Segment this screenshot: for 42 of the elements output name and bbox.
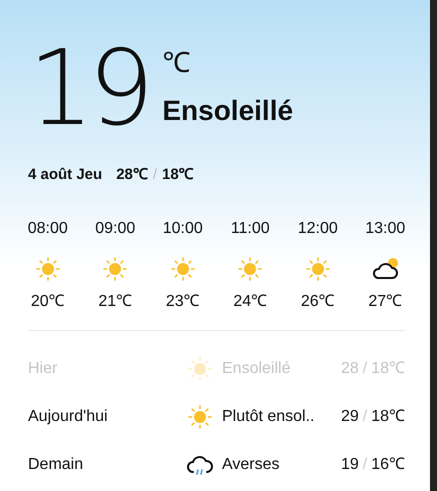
day-condition: Ensoleillé	[222, 358, 292, 378]
day-high: 28	[340, 358, 359, 378]
day-low: 18℃	[371, 406, 405, 426]
hour-label: 12:00	[298, 218, 338, 238]
day-label: Demain	[28, 454, 84, 474]
hour-label: 09:00	[95, 218, 136, 238]
hour-label: 10:00	[162, 218, 203, 238]
temperature-separator: /	[362, 406, 368, 426]
day-high: 29	[340, 406, 359, 426]
hourly-temperature: 26℃	[300, 292, 335, 312]
day-high: 19	[340, 454, 359, 474]
hourly-temperature: 20℃	[30, 292, 65, 312]
sun-icon	[187, 356, 213, 382]
hourly-temperature: 24℃	[233, 292, 268, 312]
temperature-separator: /	[152, 165, 158, 185]
high-temperature: 28℃	[116, 165, 148, 185]
sun-icon	[237, 256, 264, 282]
hour-label: 13:00	[365, 218, 406, 238]
day-label: Aujourd'hui	[28, 406, 109, 426]
current-condition: Ensoleillé	[162, 94, 294, 128]
hour-label: 11:00	[230, 218, 270, 238]
day-label: Hier	[28, 358, 58, 378]
hourly-temperature: 27℃	[368, 292, 402, 312]
sun-icon	[187, 404, 213, 430]
sun-icon	[102, 256, 128, 282]
hourly-temperature: 23℃	[166, 292, 200, 312]
low-temperature: 18℃	[162, 165, 194, 185]
temperature-separator: /	[362, 454, 368, 474]
sun-icon	[170, 256, 196, 282]
sun-icon	[34, 256, 61, 282]
day-condition: Plutôt ensol..	[222, 406, 316, 426]
sun-icon	[304, 256, 331, 282]
cloud-with-sun-icon	[370, 256, 400, 282]
date-label: 4 août Jeu	[28, 165, 102, 185]
day-low: 18℃	[371, 358, 405, 378]
day-low: 16℃	[371, 454, 405, 474]
temperature-unit: ℃	[162, 48, 192, 78]
day-condition: Averses	[222, 454, 281, 474]
hour-label: 08:00	[28, 218, 68, 238]
hourly-temperature: 21℃	[98, 292, 132, 312]
current-temperature: 19	[28, 38, 148, 138]
temperature-separator: /	[362, 358, 368, 378]
